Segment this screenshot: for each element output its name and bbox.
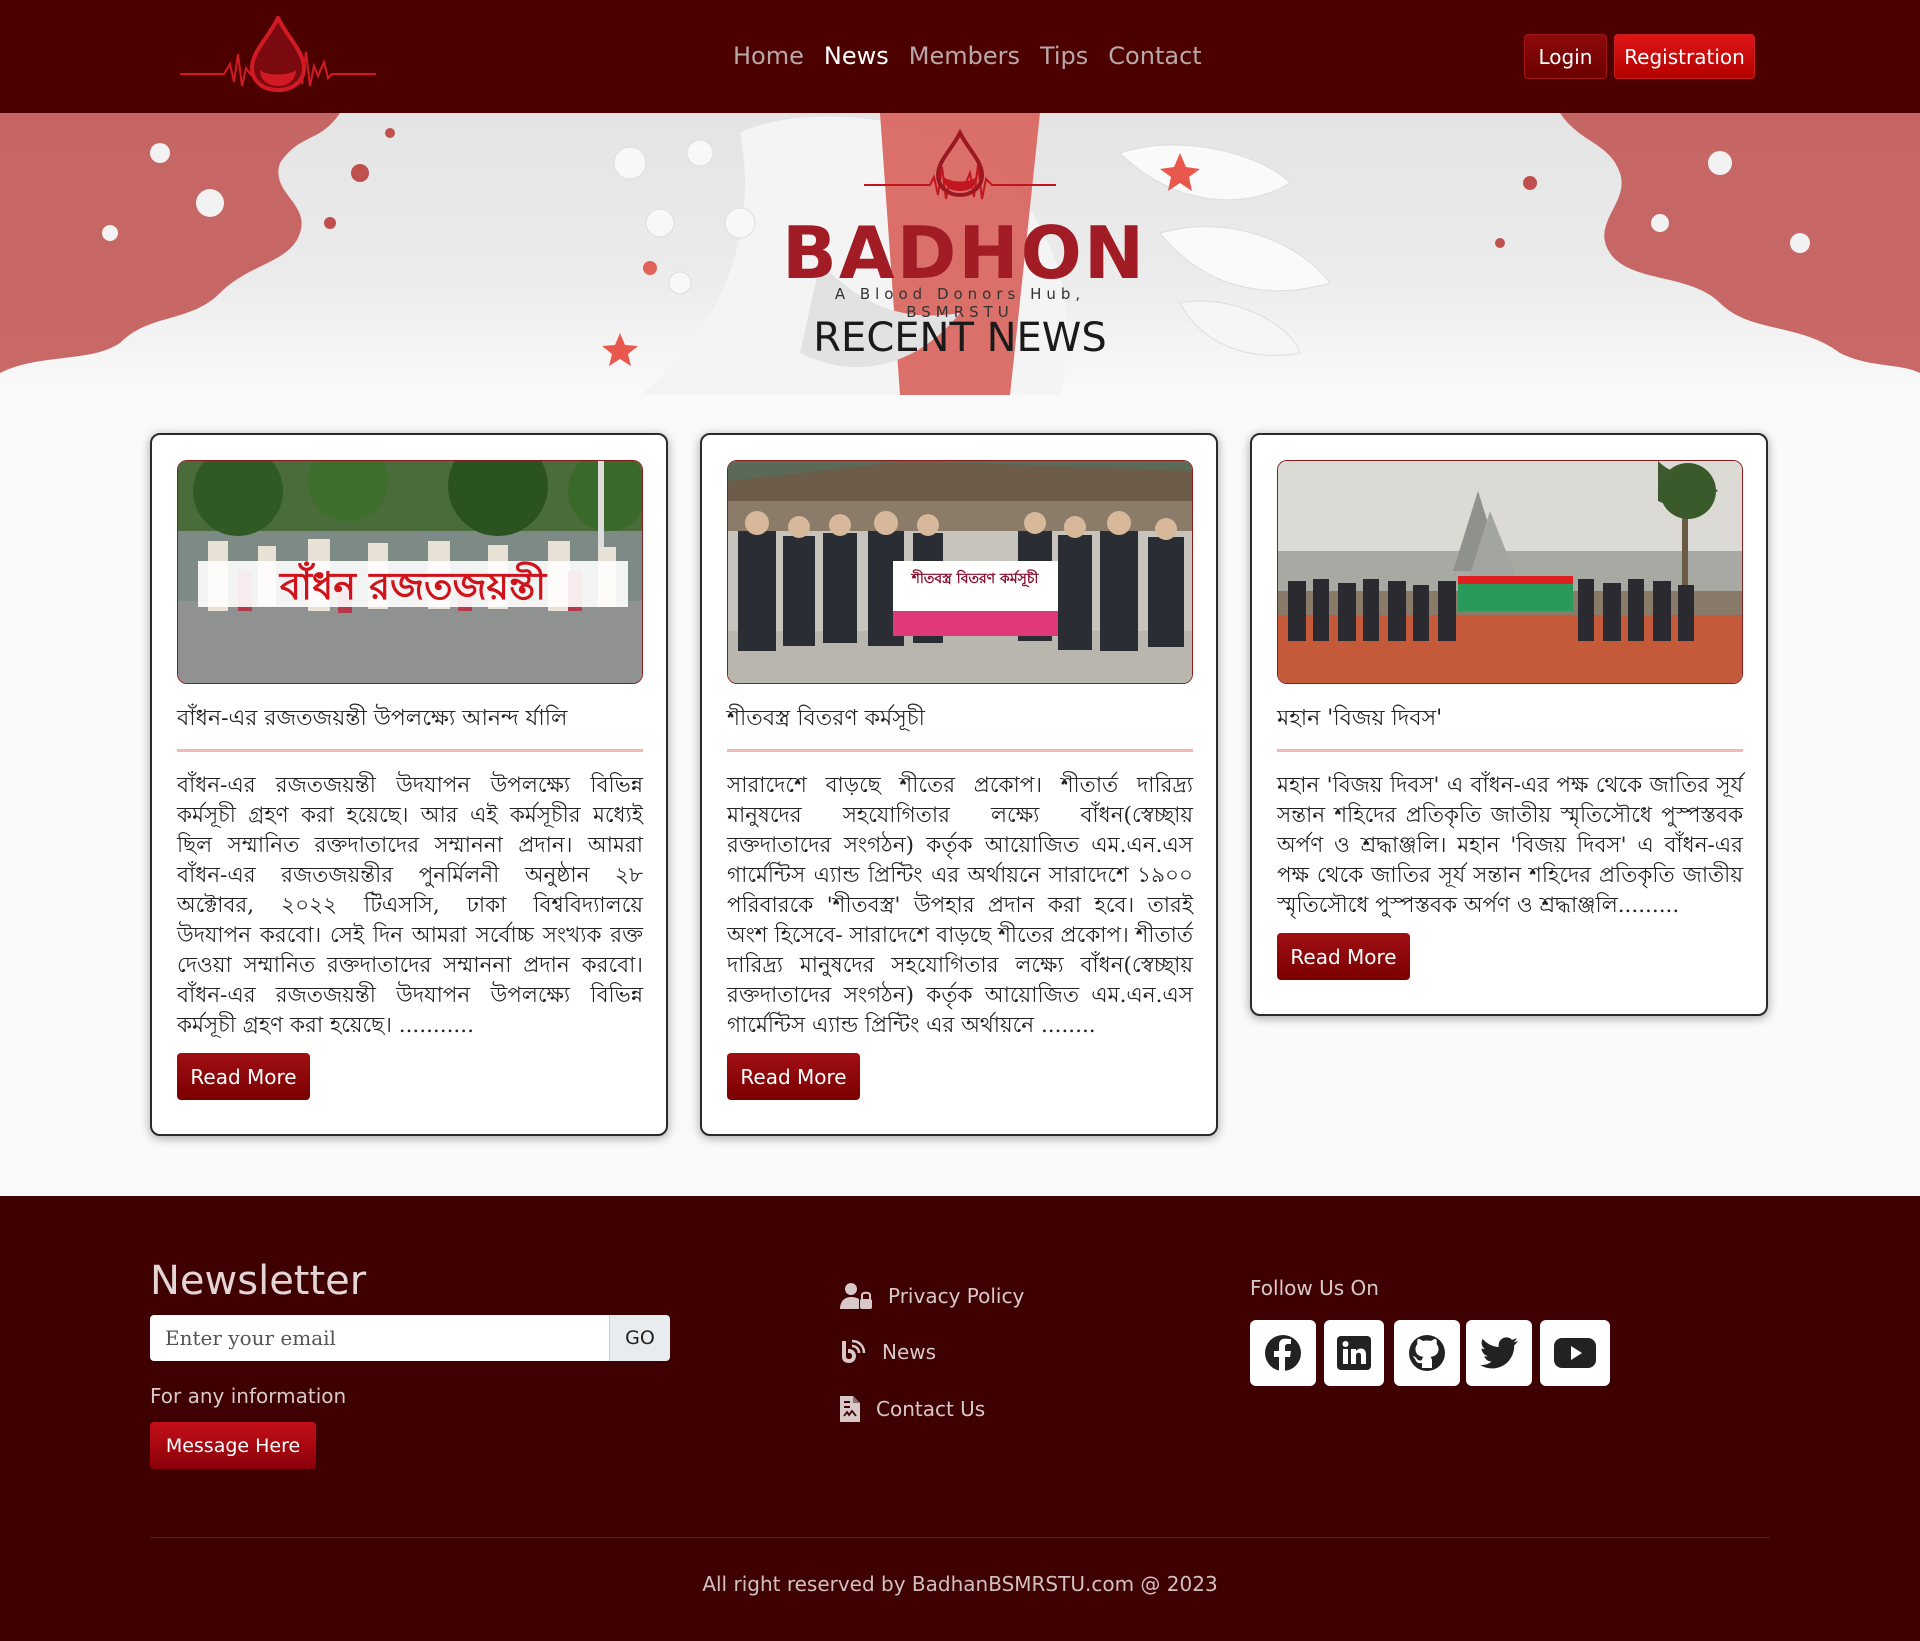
privacy-policy-label: Privacy Policy: [888, 1284, 1025, 1308]
nav-link-contact[interactable]: Contact: [1108, 38, 1201, 74]
card-divider: [1277, 749, 1743, 752]
footer: Newsletter Enter your email GO For any i…: [0, 1196, 1920, 1641]
page-title: RECENT NEWS: [813, 315, 1107, 361]
read-more-button[interactable]: Read More: [727, 1053, 860, 1100]
news-excerpt: মহান 'বিজয় দিবস' এ বাঁধন-এর পক্ষ থেকে জ…: [1277, 773, 1743, 918]
news-link-label: News: [882, 1340, 937, 1364]
news-title[interactable]: বাঁধন-এর রজতজয়ন্তী উপলক্ষ্যে আনন্দ র্যা…: [177, 703, 643, 735]
linkedin-icon: [1337, 1336, 1371, 1370]
news-title[interactable]: শীতবস্ত্র বিতরণ কর্মসূচী: [727, 703, 1193, 735]
login-button[interactable]: Login: [1524, 34, 1607, 79]
linkedin-link[interactable]: [1324, 1320, 1384, 1386]
news-image-rally[interactable]: বাঁধন রজতজয়ন্তী: [177, 460, 643, 684]
facebook-icon: [1265, 1335, 1301, 1371]
follow-us-title: Follow Us On: [1250, 1276, 1379, 1300]
nav-link-home[interactable]: Home: [733, 38, 804, 74]
privacy-policy-link[interactable]: Privacy Policy: [840, 1282, 1024, 1310]
winter-banner-text: শীতবস্ত্র বিতরণ কর্মসূচী: [911, 569, 1040, 588]
footer-divider: [150, 1537, 1770, 1538]
user-lock-icon: [840, 1283, 872, 1309]
card-divider: [727, 749, 1193, 752]
news-image-victory-day[interactable]: [1277, 460, 1743, 684]
twitter-icon: [1480, 1337, 1518, 1369]
info-text: For any information: [150, 1384, 347, 1408]
hero-brand-name: BADHON: [782, 211, 1147, 295]
newsletter-title: Newsletter: [150, 1258, 367, 1304]
github-link[interactable]: [1394, 1320, 1460, 1386]
youtube-icon: [1554, 1338, 1596, 1368]
nav-link-tips[interactable]: Tips: [1040, 38, 1088, 74]
news-image-winter-art: শীতবস্ত্র বিতরণ কর্মসূচী: [728, 461, 1192, 683]
contact-us-label: Contact Us: [876, 1397, 986, 1421]
github-icon: [1409, 1335, 1445, 1371]
news-excerpt: বাঁধন-এর রজতজয়ন্তী উদযাপন উপলক্ষ্যে বিভ…: [177, 773, 643, 1038]
newsletter-email-input[interactable]: Enter your email: [150, 1315, 610, 1361]
blog-icon: [842, 1339, 866, 1363]
news-card: শীতবস্ত্র বিতরণ কর্মসূচী শীতবস্ত্র বিতরণ…: [700, 433, 1218, 1136]
news-image-rally-art: বাঁধন রজতজয়ন্তী: [178, 461, 642, 683]
news-excerpt: সারাদেশে বাড়ছে শীতের প্রকোপ। শীতার্ত দা…: [727, 773, 1193, 1038]
main-nav: Home News Members Tips Contact: [733, 38, 1222, 74]
youtube-link[interactable]: [1540, 1320, 1610, 1386]
news-image-winter-clothes[interactable]: শীতবস্ত্র বিতরণ কর্মসূচী: [727, 460, 1193, 684]
read-more-button[interactable]: Read More: [177, 1053, 310, 1100]
news-card: বাঁধন রজতজয়ন্তী বাঁধন-এর রজতজয়ন্তী উপল…: [150, 433, 668, 1136]
message-here-button[interactable]: Message Here: [150, 1422, 316, 1469]
nav-link-members[interactable]: Members: [909, 38, 1020, 74]
read-more-button[interactable]: Read More: [1277, 933, 1410, 980]
nav-link-news[interactable]: News: [824, 38, 889, 74]
news-title[interactable]: মহান 'বিজয় দিবস': [1277, 703, 1743, 735]
facebook-link[interactable]: [1250, 1320, 1316, 1386]
file-contract-icon: [840, 1396, 860, 1422]
hero-banner: BADHON A Blood Donors Hub, BSMRSTU RECEN…: [0, 113, 1920, 395]
card-divider: [177, 749, 643, 752]
copyright-text: All right reserved by BadhanBSMRSTU.com …: [702, 1572, 1218, 1596]
news-card: মহান 'বিজয় দিবস' মহান 'বিজয় দিবস' এ বা…: [1250, 433, 1768, 1016]
news-link[interactable]: News: [840, 1339, 936, 1365]
twitter-link[interactable]: [1466, 1320, 1532, 1386]
rally-banner-text: বাঁধন রজতজয়ন্তী: [278, 561, 547, 608]
news-image-victory-art: [1278, 461, 1742, 683]
contact-us-link[interactable]: Contact Us: [840, 1396, 985, 1422]
badhon-logo-icon[interactable]: [180, 16, 376, 96]
registration-button[interactable]: Registration: [1614, 34, 1755, 79]
newsletter-go-button[interactable]: GO: [609, 1315, 670, 1361]
navbar: Home News Members Tips Contact Login Reg…: [0, 0, 1920, 113]
